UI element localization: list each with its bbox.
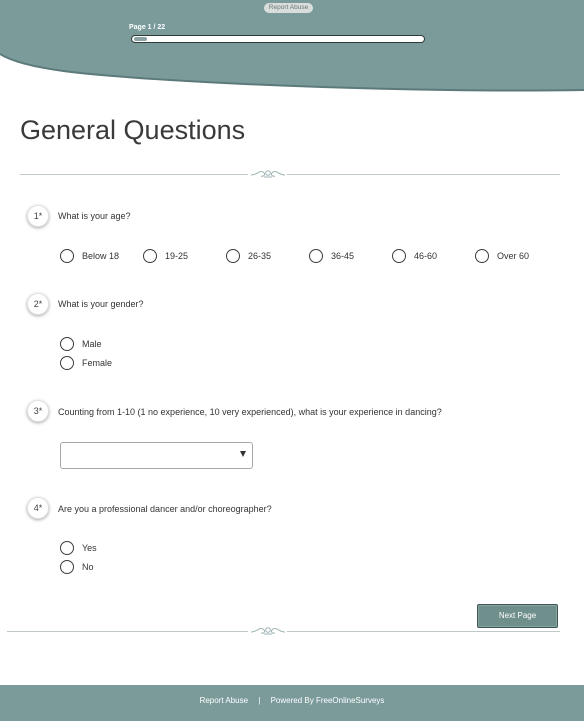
- question-number-badge: 4*: [27, 497, 49, 519]
- age-option-26-35[interactable]: 26-35: [226, 249, 271, 263]
- radio-button[interactable]: [226, 249, 240, 263]
- option-label: Male: [82, 339, 102, 349]
- radio-button[interactable]: [392, 249, 406, 263]
- option-label: Over 60: [497, 251, 530, 261]
- age-option-19-25[interactable]: 19-25: [143, 249, 188, 263]
- question-number-badge: 2*: [27, 293, 49, 315]
- next-page-button[interactable]: Next Page: [477, 604, 558, 628]
- footer-report-abuse-link[interactable]: Report Abuse: [200, 696, 248, 705]
- age-option-36-45[interactable]: 36-45: [309, 249, 354, 263]
- survey-header: Report Abuse Page 1 / 22: [0, 0, 584, 100]
- question-text: What is your gender?: [58, 299, 144, 309]
- option-label: Female: [82, 358, 113, 368]
- radio-button[interactable]: [309, 249, 323, 263]
- age-option-below-18[interactable]: Below 18: [60, 249, 119, 263]
- flourish-ornament-icon: [250, 170, 286, 178]
- option-label: 19-25: [165, 251, 189, 261]
- gender-option-female[interactable]: Female: [60, 356, 112, 370]
- option-label: 26-35: [248, 251, 272, 261]
- page-title: General Questions: [20, 115, 246, 145]
- option-label: Yes: [82, 543, 97, 553]
- divider-right: [287, 174, 560, 175]
- progress-fill: [134, 37, 147, 41]
- divider-left-bottom: [7, 631, 248, 632]
- question-number-badge: 1*: [27, 205, 49, 227]
- progress-bar: [131, 35, 425, 43]
- radio-button[interactable]: [60, 249, 74, 263]
- divider-right-bottom: [287, 631, 560, 632]
- question-text: Counting from 1-10 (1 no experience, 10 …: [58, 407, 442, 417]
- option-label: Below 18: [82, 251, 120, 261]
- radio-button[interactable]: [143, 249, 157, 263]
- page-indicator: Page 1 / 22: [129, 24, 166, 31]
- option-label: 46-60: [414, 251, 438, 261]
- footer-separator: |: [258, 696, 261, 705]
- powered-by-link[interactable]: Powered By FreeOnlineSurveys: [271, 696, 385, 705]
- flourish-ornament-icon: [250, 627, 286, 635]
- age-option-over-60[interactable]: Over 60: [475, 249, 529, 263]
- radio-button[interactable]: [475, 249, 489, 263]
- option-label: No: [82, 562, 94, 572]
- gender-option-male[interactable]: Male: [60, 337, 102, 351]
- option-label: 36-45: [331, 251, 355, 261]
- question-text: What is your age?: [58, 211, 131, 221]
- report-abuse-link[interactable]: Report Abuse: [264, 3, 313, 13]
- divider-left: [20, 174, 248, 175]
- age-option-46-60[interactable]: 46-60: [392, 249, 437, 263]
- question-number-badge: 3*: [27, 400, 49, 422]
- professional-option-no[interactable]: No: [60, 560, 94, 574]
- dropdown-arrow-icon: [240, 451, 246, 457]
- header-wave-background: [0, 0, 584, 92]
- question-text: Are you a professional dancer and/or cho…: [58, 504, 272, 514]
- professional-option-yes[interactable]: Yes: [60, 541, 97, 555]
- footer-links: Report Abuse | Powered By FreeOnlineSurv…: [0, 696, 584, 705]
- radio-button[interactable]: [60, 560, 74, 574]
- radio-button[interactable]: [60, 337, 74, 351]
- radio-button[interactable]: [60, 541, 74, 555]
- radio-button[interactable]: [60, 356, 74, 370]
- experience-dropdown[interactable]: [60, 442, 253, 469]
- footer: Report Abuse | Powered By FreeOnlineSurv…: [0, 685, 584, 721]
